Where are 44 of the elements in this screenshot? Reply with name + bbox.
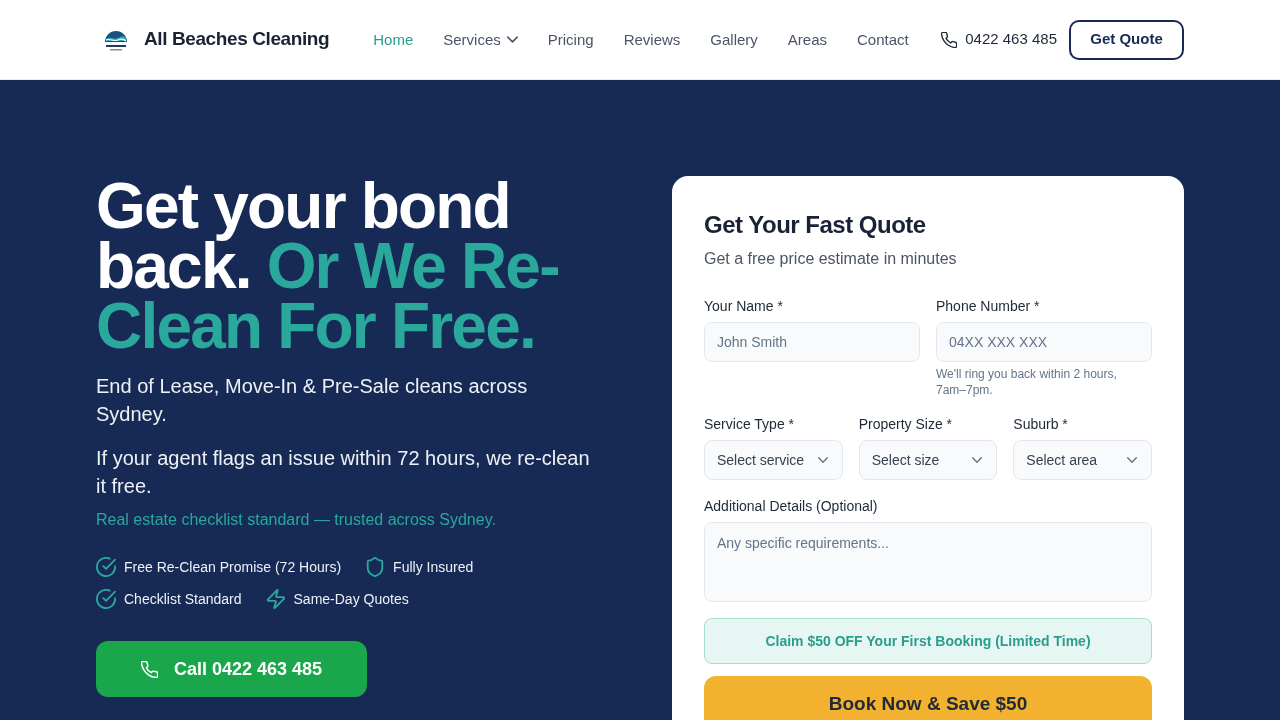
check-circle-icon: [96, 557, 116, 577]
nav-link[interactable]: Reviews: [623, 28, 681, 51]
select-field[interactable]: Select service: [704, 440, 843, 480]
chevron-down-icon: [817, 457, 828, 463]
hero-tagline: Real estate checklist standard — trusted across Sydney.: [96, 510, 497, 530]
phone-icon: [941, 31, 958, 48]
form-subtitle: Get a free price estimate in minutes: [704, 249, 958, 269]
select-field[interactable]: Select area: [1013, 440, 1152, 480]
feature-label: Same-Day Quotes: [293, 589, 409, 609]
feature-label: Free Re-Clean Promise (72 Hours): [124, 557, 342, 577]
promo-banner: Claim $50 OFF Your First Booking (Limited Time): [704, 618, 1152, 664]
hero-headline: Get your bond back. Or We Re-Clean For Free.: [96, 176, 560, 356]
nav-link[interactable]: Gallery: [710, 28, 758, 51]
nav-link[interactable]: Areas: [787, 28, 828, 51]
nav-link[interactable]: Services: [443, 28, 518, 51]
hero-paragraph: End of Lease, Move-In & Pre-Sale cleans across Sydney.: [96, 374, 529, 427]
textarea-field[interactable]: Any specific requirements...: [704, 522, 1152, 602]
book-now-button[interactable]: Book Now & Save $50: [704, 676, 1152, 720]
phone-link[interactable]: 0422 463 485: [941, 28, 1057, 51]
nav-link[interactable]: Contact: [857, 28, 909, 51]
chevron-down-icon: [506, 36, 518, 44]
field-label: Property Size *: [858, 415, 954, 434]
get-quote-button[interactable]: Get Quote: [1069, 19, 1184, 60]
feature-label: Fully Insured: [393, 557, 474, 577]
field-label: Your Name *: [704, 297, 784, 316]
field-label: Additional Details (Optional): [704, 497, 879, 516]
brand-name[interactable]: All Beaches Cleaning: [144, 25, 330, 54]
chevron-down-icon: [972, 457, 983, 463]
field-label: Suburb *: [1013, 415, 1069, 434]
form-title: Get Your Fast Quote: [704, 210, 927, 240]
nav-link[interactable]: Pricing: [547, 28, 594, 51]
field-label: Service Type *: [704, 415, 795, 434]
select-field[interactable]: Select size: [858, 440, 998, 480]
input-field[interactable]: 04XX XXX XXX: [936, 322, 1152, 362]
field-label: Phone Number *: [936, 297, 1041, 316]
input-field[interactable]: John Smith: [704, 322, 920, 362]
field-help-text: We'll ring you back within 2 hours, 7am–7pm.: [936, 366, 1118, 398]
phone-icon: [140, 660, 158, 678]
hero-paragraph: If your agent flags an issue within 72 hours, we re-clean it free.: [96, 446, 591, 499]
check-circle-icon: [96, 589, 116, 609]
shield-icon: [365, 557, 386, 577]
lightning-icon: [265, 589, 286, 609]
chevron-down-icon: [1127, 457, 1137, 463]
feature-label: Checklist Standard: [124, 589, 242, 609]
